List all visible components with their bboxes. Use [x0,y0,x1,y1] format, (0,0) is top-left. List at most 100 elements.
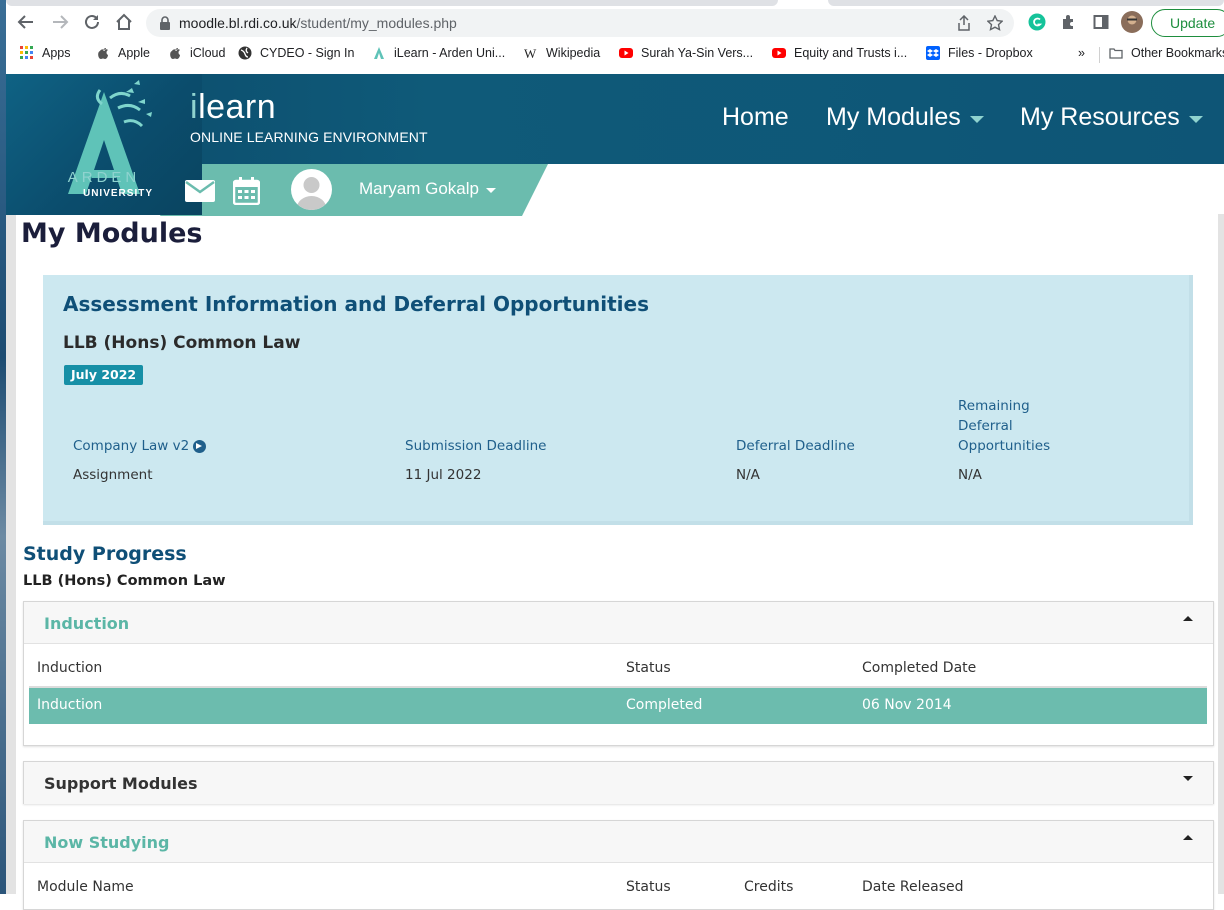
reload-button[interactable] [78,8,106,36]
cell-status: Completed [626,697,703,713]
bookmarks-overflow-button[interactable]: » [1078,46,1085,60]
induction-panel-header[interactable]: Induction [24,602,1213,644]
ilearn-wordmark[interactable]: ilearn ONLINE LEARNING ENVIRONMENT [190,88,428,145]
url-path: /student/my_modules.php [296,15,457,31]
youtube-icon [772,48,786,58]
induction-panel-title: Induction [44,614,130,633]
bookmark-label: Apple [118,46,150,60]
profile-avatar-icon [1121,11,1143,33]
side-panel-button[interactable] [1088,9,1114,35]
bookmark-item[interactable]: CYDEO - Sign In [238,46,354,60]
nav-my-modules[interactable]: My Modules [826,103,984,132]
user-avatar[interactable] [291,169,332,210]
bookmark-item[interactable]: Files - Dropbox [926,46,1033,60]
bookmark-label: CYDEO - Sign In [260,46,355,60]
brand-title-i: i [190,88,199,126]
bookmark-item[interactable]: W Wikipedia [524,46,600,60]
forward-button[interactable] [46,8,74,36]
side-panel-icon [1093,15,1109,29]
brand-title-rest: learn [198,88,277,126]
bookmark-item[interactable]: Apple [96,46,150,60]
arrow-right-circle-icon [193,439,207,453]
bookmark-label: iCloud [190,46,226,60]
assessment-heading: Assessment Information and Deferral Oppo… [63,292,650,316]
page-title: My Modules [20,218,1218,258]
apple-icon [170,48,180,59]
nav-my-resources[interactable]: My Resources [1020,103,1203,132]
assessment-type: Assignment [73,467,153,483]
bookmark-label: Files - Dropbox [948,46,1033,60]
bookmark-item[interactable]: iCloud [168,46,225,60]
extensions-button[interactable] [1056,9,1082,35]
col-remaining-line1: Remaining [958,398,1030,414]
envelope-icon [185,180,215,202]
update-button[interactable]: Update [1151,9,1224,37]
chevron-up-icon[interactable] [1183,616,1193,621]
browser-toolbar: moodle.bl.rdi.co.uk/student/my_modules.p… [6,6,1224,40]
grammarly-icon [1028,13,1046,31]
url-text[interactable]: moodle.bl.rdi.co.uk/student/my_modules.p… [179,15,457,31]
bookmark-item[interactable]: Apps [20,46,71,60]
bookmarks-separator [1099,47,1100,63]
bookmark-item[interactable]: iLearn - Arden Uni... [372,46,505,60]
nav-home[interactable]: Home [722,103,789,132]
remaining-deferrals: N/A [958,467,982,483]
session-badge: July 2022 [64,365,144,385]
back-button[interactable] [12,8,40,36]
bookmark-item[interactable]: Equity and Trusts i... [772,46,907,60]
home-icon [116,13,132,30]
chevron-down-icon[interactable] [1183,776,1193,781]
dropbox-icon [926,46,940,60]
th-module-name: Module Name [37,879,134,895]
calendar-icon [232,177,261,206]
study-program: LLB (Hons) Common Law [23,573,226,589]
default-user-icon [296,177,327,210]
profile-button[interactable] [1119,9,1145,35]
study-progress-title: Study Progress [23,543,187,565]
bookmark-label: Equity and Trusts i... [794,46,908,60]
bookmark-label: Apps [42,46,71,60]
induction-panel: Induction Induction Status Completed Dat… [23,601,1214,746]
overflow-chevron-icon: » [1078,46,1085,60]
ilearn-icon [374,47,384,59]
forward-arrow-icon [53,15,69,29]
globe-icon [238,46,252,60]
address-bar[interactable]: moodle.bl.rdi.co.uk/student/my_modules.p… [146,9,1014,37]
reload-icon [85,14,99,29]
nav-home-label: Home [722,103,789,131]
bookmark-item[interactable]: Surah Ya-Sin Vers... [619,46,753,60]
grammarly-extension-button[interactable] [1024,9,1050,35]
now-studying-title: Now Studying [44,833,170,852]
support-modules-title: Support Modules [44,774,198,793]
nav-my-resources-label: My Resources [1020,103,1180,131]
table-row[interactable]: Induction Completed 06 Nov 2014 [29,688,1207,724]
chevron-down-icon [485,188,496,193]
messages-button[interactable] [185,180,215,206]
bookmark-label: Wikipedia [546,46,601,60]
support-modules-header[interactable]: Support Modules [24,762,1213,804]
bookmark-star-icon [987,15,1003,31]
other-bookmarks-folder[interactable]: Other Bookmarks [1109,46,1224,60]
col-submission-deadline: Submission Deadline [405,438,547,454]
url-host: moodle.bl.rdi.co.uk [179,15,297,31]
puzzle-icon [1063,15,1073,29]
now-studying-header[interactable]: Now Studying [24,821,1213,863]
module-link-company-law[interactable]: Company Law v2 [73,436,207,456]
arden-a-logo-icon: ARDEN UNIVERSITY [68,80,152,199]
svg-text:W: W [524,46,537,60]
bookmarks-bar: Apps Apple iCloud CYDEO - Sign In iLearn - A… [6,42,1224,68]
wikipedia-icon: W [524,46,537,60]
chevron-up-icon[interactable] [1183,835,1193,840]
brand-title: ilearn [190,88,428,126]
user-menu[interactable]: Maryam Gokalp [359,179,496,199]
col-deferral-deadline: Deferral Deadline [736,438,855,454]
th-date-released: Date Released [862,879,964,895]
th-induction: Induction [37,660,103,676]
col-remaining-line3: Opportunities [958,438,1051,454]
assessment-program: LLB (Hons) Common Law [63,333,301,353]
home-button[interactable] [110,8,138,36]
chevron-down-icon [1188,115,1203,123]
arden-logo[interactable]: ARDEN UNIVERSITY [6,74,202,215]
col-remaining-deferral: Remaining Deferral Opportunities [958,396,1050,456]
calendar-button[interactable] [232,177,261,209]
